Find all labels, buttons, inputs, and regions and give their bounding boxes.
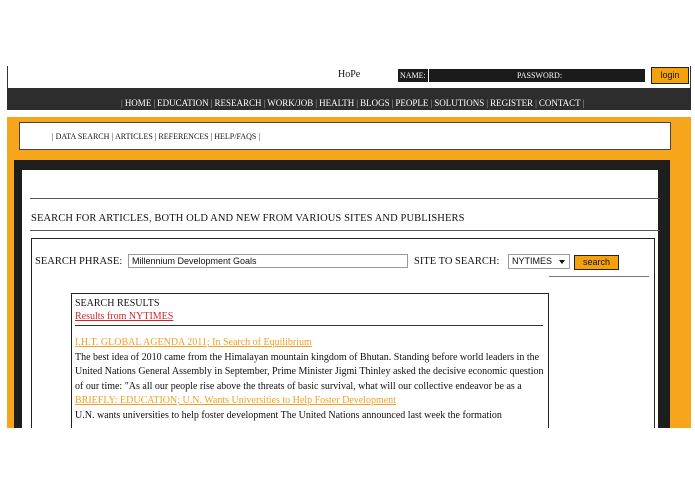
nav-separator: | [535,98,537,108]
sub-nav-links: | DATA SEARCH | ARTICLES | REFERENCES | HELP/FA… [50,132,262,141]
divider-short [549,276,649,277]
name-label: NAME: [398,69,428,82]
divider-heading [30,230,660,231]
subnav-item-help-faqs[interactable]: HELP/FAQS [214,132,256,141]
top-bar: HoPe NAME: PASSWORD: login [7,66,691,88]
content-wrapper: | DATA SEARCH | ARTICLES | REFERENCES | HELP/FA… [7,117,691,428]
dark-band: SEARCH FOR ARTICLES, BOTH OLD AND NEW FR… [14,160,670,428]
nav-separator: | [582,98,585,108]
search-phrase-input[interactable] [128,254,408,268]
result-snippet: U.N. wants universities to help foster d… [75,409,502,421]
nav-separator: | [153,98,156,108]
nav-item-people[interactable]: PEOPLE [395,98,428,108]
result-snippet: The best idea of 2010 came from the Hima… [75,351,544,392]
nav-separator: | [258,132,260,141]
results-source-link[interactable]: Results from NYTIMES [75,311,173,322]
subnav-item-data-search[interactable]: DATA SEARCH [56,132,110,141]
nav-item-register[interactable]: REGISTER [490,98,533,108]
site-to-search-label: SITE TO SEARCH: [414,256,500,267]
nav-separator: | [111,132,114,141]
nav-separator: | [315,98,318,108]
nav-separator: | [154,132,157,141]
nav-separator: | [52,132,54,141]
site-select-value: NYTIMES [512,256,553,266]
nav-separator: | [121,98,123,108]
chevron-down-icon [559,260,565,264]
page-frame: HoPe NAME: PASSWORD: login | HOME | EDUCATI… [7,66,691,428]
page-heading: SEARCH FOR ARTICLES, BOTH OLD AND NEW FR… [31,213,465,224]
subnav-item-references[interactable]: REFERENCES [158,132,208,141]
site-select[interactable]: NYTIMES [508,254,570,269]
nav-item-home[interactable]: HOME [125,98,152,108]
search-phrase-label: SEARCH PHRASE: [35,256,123,267]
result-title-link[interactable]: BRIEFLY: EDUCATION; U.N. Wants Universit… [75,394,545,409]
list-item: I.H.T. GLOBAL AGENDA 2011; In Search of … [75,336,545,394]
nav-separator: | [210,98,213,108]
results-list: I.H.T. GLOBAL AGENDA 2011; In Search of … [75,336,545,423]
subnav-item-articles[interactable]: ARTICLES [115,132,153,141]
nav-item-solutions[interactable]: SOLUTIONS [434,98,484,108]
nav-separator: | [356,98,359,108]
login-button[interactable]: login [651,67,689,84]
result-title-link[interactable]: I.H.T. GLOBAL AGENDA 2011; In Search of … [75,336,545,351]
divider-top [30,198,660,199]
nav-item-contact[interactable]: CONTACT [539,98,581,108]
name-input[interactable] [429,69,517,82]
nav-item-health[interactable]: HEALTH [319,98,354,108]
search-panel: SEARCH PHRASE: SITE TO SEARCH: NYTIMES s… [31,238,655,428]
nav-item-blogs[interactable]: BLOGS [360,98,390,108]
nav-separator: | [210,132,213,141]
search-button[interactable]: search [574,255,619,270]
results-title: SEARCH RESULTS [75,298,160,309]
password-label: PASSWORD: [515,69,565,82]
nav-separator: | [430,98,433,108]
nav-item-education[interactable]: EDUCATION [157,98,209,108]
list-item: BRIEFLY: EDUCATION; U.N. Wants Universit… [75,394,545,423]
main-nav-links: | HOME | EDUCATION | RESEARCH | WORK/JOB | HEALTH… [119,98,586,108]
main-nav: | HOME | EDUCATION | RESEARCH | WORK/JOB | HEALTH… [7,88,691,110]
nav-separator: | [486,98,489,108]
site-name: HoPe [338,69,361,80]
nav-separator: | [391,98,394,108]
nav-separator: | [263,98,266,108]
sub-nav: | DATA SEARCH | ARTICLES | REFERENCES | HELP/FA… [19,122,671,150]
nav-item-work-job[interactable]: WORK/JOB [267,98,313,108]
main-content: SEARCH FOR ARTICLES, BOTH OLD AND NEW FR… [22,170,660,428]
nav-item-research[interactable]: RESEARCH [214,98,261,108]
results-divider [75,325,543,326]
password-input[interactable] [563,69,645,82]
results-panel: SEARCH RESULTS Results from NYTIMES I.H.… [71,293,549,428]
